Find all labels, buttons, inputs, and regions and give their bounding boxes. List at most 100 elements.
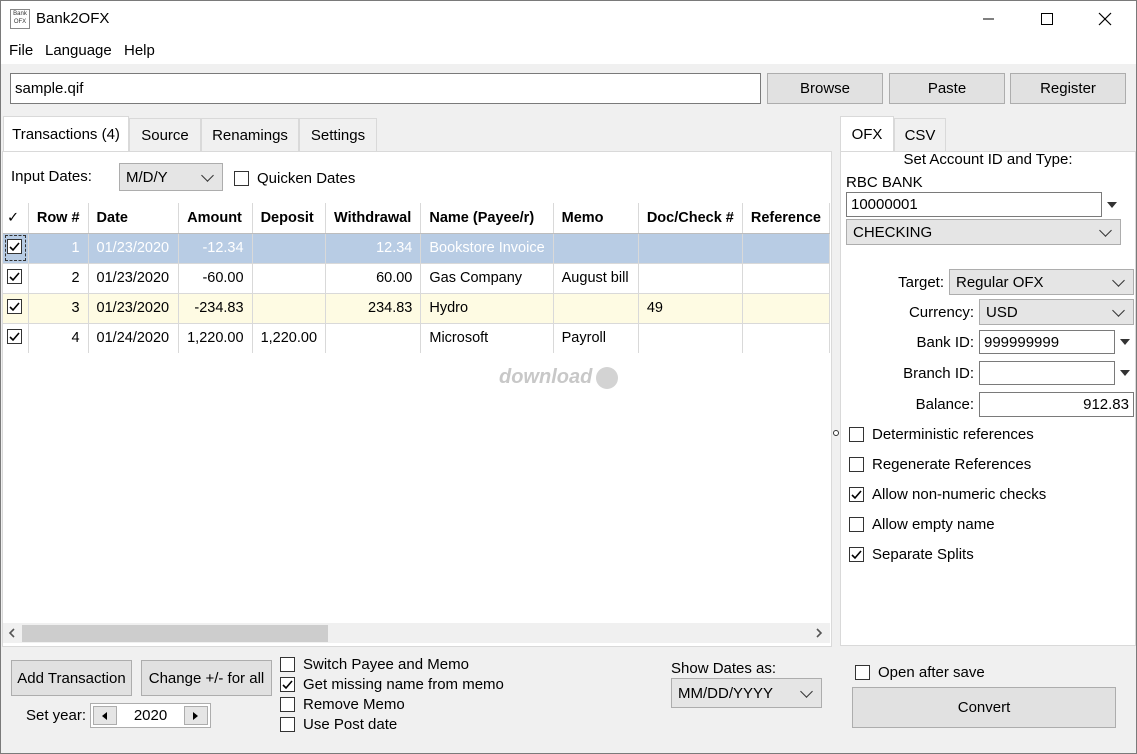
- switch-payee-memo-checkbox[interactable]: [280, 657, 295, 672]
- separate-splits-checkbox[interactable]: [849, 547, 864, 562]
- balance-input[interactable]: 912.83: [979, 392, 1134, 417]
- account-id-input[interactable]: 10000001: [846, 192, 1102, 217]
- cell-date: 01/23/2020: [88, 263, 180, 294]
- col-header-withdrawal[interactable]: Withdrawal: [325, 203, 422, 234]
- scroll-left-icon[interactable]: [6, 627, 18, 639]
- menu-language[interactable]: Language: [45, 42, 112, 59]
- row-checkbox[interactable]: [7, 329, 22, 344]
- scroll-right-icon[interactable]: [813, 627, 825, 639]
- paste-button[interactable]: Paste: [889, 73, 1005, 104]
- tab-transactions[interactable]: Transactions (4): [3, 116, 129, 152]
- missing-name-option[interactable]: Get missing name from memo: [280, 676, 504, 693]
- branch-id-input[interactable]: [979, 361, 1115, 385]
- table-row[interactable]: 3 01/23/2020 -234.83 234.83 Hydro 49: [3, 293, 830, 324]
- row-checkbox-cell[interactable]: [3, 293, 29, 324]
- deterministic-references-checkbox[interactable]: [849, 427, 864, 442]
- col-header-doc[interactable]: Doc/Check #: [638, 203, 743, 234]
- cell-date: 01/23/2020: [88, 233, 180, 264]
- target-select[interactable]: Regular OFX: [949, 269, 1134, 295]
- minimize-icon[interactable]: [960, 0, 1018, 38]
- cell-reference: [742, 263, 830, 294]
- year-stepper[interactable]: 2020: [90, 703, 211, 728]
- table-row[interactable]: 1 01/23/2020 -12.34 12.34 Bookstore Invo…: [3, 233, 830, 264]
- cell-memo: [553, 293, 639, 324]
- input-dates-select[interactable]: M/D/Y: [119, 163, 223, 191]
- close-icon[interactable]: [1076, 0, 1134, 38]
- switch-payee-memo-option[interactable]: Switch Payee and Memo: [280, 656, 469, 673]
- account-type-select[interactable]: CHECKING: [846, 219, 1121, 245]
- menu-help[interactable]: Help: [124, 42, 155, 59]
- target-value: Regular OFX: [956, 273, 1044, 291]
- remove-memo-checkbox[interactable]: [280, 697, 295, 712]
- regenerate-references-checkbox[interactable]: [849, 457, 864, 472]
- bank-id-dropdown-icon[interactable]: [1115, 330, 1134, 354]
- chevron-down-icon: [800, 684, 813, 698]
- col-header-memo[interactable]: Memo: [553, 203, 639, 234]
- row-checkbox-cell[interactable]: [3, 233, 29, 264]
- convert-button[interactable]: Convert: [852, 687, 1116, 728]
- maximize-icon[interactable]: [1018, 0, 1076, 38]
- chevron-down-icon: [1099, 223, 1112, 237]
- cell-doc: [638, 323, 743, 353]
- col-header-deposit[interactable]: Deposit: [252, 203, 327, 234]
- row-checkbox-cell[interactable]: [3, 263, 29, 294]
- cell-amount: -60.00: [178, 263, 253, 294]
- table-row[interactable]: 4 01/24/2020 1,220.00 1,220.00 Microsoft…: [3, 323, 830, 353]
- row-checkbox-cell[interactable]: [3, 323, 29, 353]
- deterministic-references-option[interactable]: Deterministic references: [849, 426, 1034, 443]
- tab-renamings[interactable]: Renamings: [201, 118, 299, 152]
- separate-splits-option[interactable]: Separate Splits: [849, 546, 974, 563]
- tab-source[interactable]: Source: [129, 118, 201, 152]
- currency-select[interactable]: USD: [979, 299, 1134, 325]
- cell-deposit: 1,220.00: [252, 323, 327, 353]
- non-numeric-checks-option[interactable]: Allow non-numeric checks: [849, 486, 1046, 503]
- allow-empty-name-checkbox[interactable]: [849, 517, 864, 532]
- regenerate-references-option[interactable]: Regenerate References: [849, 456, 1031, 473]
- col-header-reference[interactable]: Reference: [742, 203, 830, 234]
- splitter-handle[interactable]: [833, 430, 839, 436]
- col-header-row[interactable]: Row #: [28, 203, 89, 234]
- row-checkbox[interactable]: [7, 239, 22, 254]
- tab-csv[interactable]: CSV: [894, 118, 946, 152]
- change-sign-button[interactable]: Change +/- for all: [141, 660, 272, 696]
- col-header-check[interactable]: ✓: [3, 203, 29, 234]
- col-header-amount[interactable]: Amount: [178, 203, 253, 234]
- account-id-dropdown-icon[interactable]: [1102, 192, 1121, 217]
- quicken-dates-label: Quicken Dates: [257, 170, 356, 187]
- missing-name-checkbox[interactable]: [280, 677, 295, 692]
- tab-settings[interactable]: Settings: [299, 118, 377, 152]
- col-header-name[interactable]: Name (Payee/r): [420, 203, 554, 234]
- cell-reference: [742, 233, 830, 264]
- open-after-save-option[interactable]: Open after save: [855, 664, 985, 681]
- non-numeric-checks-checkbox[interactable]: [849, 487, 864, 502]
- row-checkbox[interactable]: [7, 299, 22, 314]
- year-next-icon[interactable]: [184, 706, 208, 725]
- scrollbar-thumb[interactable]: [22, 625, 328, 642]
- bank-id-input[interactable]: 999999999: [979, 330, 1115, 354]
- cell-deposit: [252, 293, 327, 324]
- remove-memo-option[interactable]: Remove Memo: [280, 696, 405, 713]
- tab-ofx[interactable]: OFX: [840, 116, 894, 152]
- table-row[interactable]: 2 01/23/2020 -60.00 60.00 Gas Company Au…: [3, 263, 830, 294]
- cell-deposit: [252, 263, 327, 294]
- use-post-date-checkbox[interactable]: [280, 717, 295, 732]
- watermark-text: download: [499, 366, 593, 388]
- browse-button[interactable]: Browse: [767, 73, 883, 104]
- missing-name-label: Get missing name from memo: [303, 676, 504, 693]
- year-prev-icon[interactable]: [93, 706, 117, 725]
- use-post-date-option[interactable]: Use Post date: [280, 716, 397, 733]
- show-dates-select[interactable]: MM/DD/YYYY: [671, 678, 822, 708]
- add-transaction-button[interactable]: Add Transaction: [11, 660, 132, 696]
- allow-empty-name-option[interactable]: Allow empty name: [849, 516, 995, 533]
- quicken-dates-option[interactable]: Quicken Dates: [234, 170, 355, 187]
- menu-file[interactable]: File: [9, 42, 33, 59]
- transactions-grid[interactable]: ✓ Row # Date Amount Deposit Withdrawal N…: [3, 203, 830, 353]
- register-button[interactable]: Register: [1010, 73, 1126, 104]
- quicken-dates-checkbox[interactable]: [234, 171, 249, 186]
- row-checkbox[interactable]: [7, 269, 22, 284]
- cell-name: Bookstore Invoice: [420, 233, 554, 264]
- branch-id-dropdown-icon[interactable]: [1115, 361, 1134, 385]
- open-after-save-checkbox[interactable]: [855, 665, 870, 680]
- file-path-input[interactable]: sample.qif: [10, 73, 761, 104]
- col-header-date[interactable]: Date: [88, 203, 180, 234]
